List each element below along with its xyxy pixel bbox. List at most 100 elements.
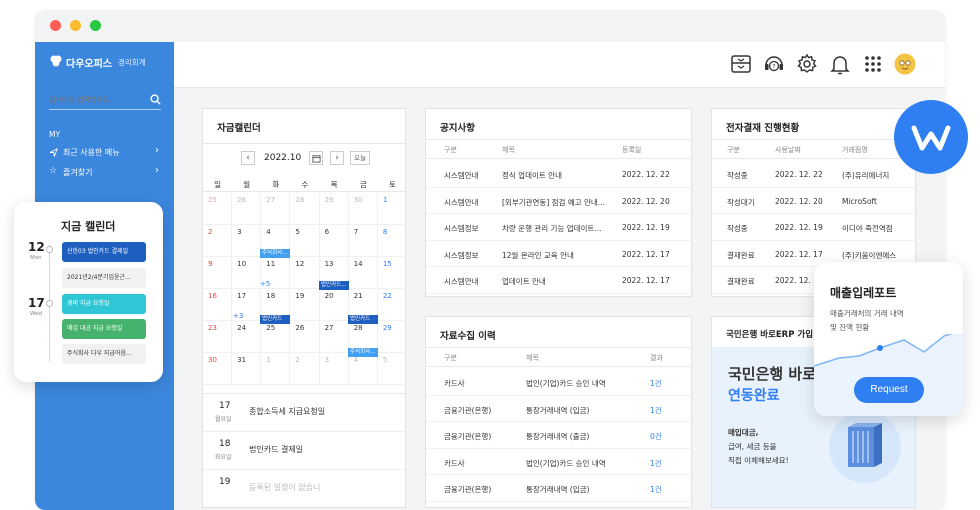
table-row[interactable]: 금융기관(은행) 통장거래내역 (출금) 0건 [426, 422, 691, 449]
calendar-day-number: 11 [266, 260, 276, 268]
event-chip[interactable]: 주식회사... [260, 249, 290, 258]
calendar-day-cell[interactable]: 29 [377, 321, 407, 353]
calendar-day-cell[interactable]: 8 [377, 225, 407, 257]
calendar-day-cell[interactable]: 5 [377, 353, 407, 385]
calendar-day-cell[interactable]: 25 [261, 321, 291, 353]
calendar-day-cell[interactable]: 22 [377, 289, 407, 321]
calendar-day-cell[interactable]: 25 [203, 193, 233, 225]
maximize-window-button[interactable] [90, 20, 101, 31]
sidebar-item-recent[interactable]: 최근 사용한 메뉴 › [49, 145, 163, 160]
table-row[interactable]: 시스템안내 업데이트 안내 2022. 12. 17 [426, 267, 691, 294]
app-grid-icon[interactable] [862, 53, 884, 75]
calendar-day-cell[interactable]: 2 [203, 225, 233, 257]
request-button[interactable]: Request [854, 377, 924, 403]
calendar-day-cell[interactable]: 15 [377, 257, 407, 289]
calendar-day-cell[interactable]: 23 [203, 321, 233, 353]
minimize-window-button[interactable] [70, 20, 81, 31]
calendar-day-cell[interactable]: 3 [319, 353, 349, 385]
notification-bell-icon[interactable] [829, 53, 851, 75]
event-chip[interactable]: 법인카드... [319, 281, 349, 290]
calendar-day-cell[interactable]: 6 [319, 225, 349, 257]
calendar-day-cell[interactable]: 10 [232, 257, 262, 289]
date-picker-button[interactable] [309, 151, 323, 165]
calendar-day-number: 21 [353, 292, 363, 300]
agenda-text: 법인카드 결제일 [249, 445, 304, 454]
table-row[interactable]: 시스템정보 12월 온라인 교육 안내 2022. 12. 17 [426, 241, 691, 267]
calendar-day-cell[interactable]: 27 [319, 321, 349, 353]
calendar-day-cell[interactable]: 5 [290, 225, 320, 257]
calendar-day-cell[interactable]: 27 [261, 193, 291, 225]
calendar-day-cell[interactable]: 16 [203, 289, 233, 321]
sidebar-search[interactable] [49, 92, 161, 110]
bank-headline: 국민은행 바로 [728, 365, 817, 383]
agenda-item[interactable]: 17 월요일 종합소득세 지급요청일 [203, 394, 407, 432]
table-cell: MicroSoft [842, 196, 877, 206]
calendar-day-cell[interactable]: 29 [319, 193, 349, 225]
event-chip[interactable]: 주식회사... [348, 348, 378, 357]
prev-month-button[interactable]: ‹ [241, 151, 255, 165]
calendar-day-cell[interactable]: 20 [319, 289, 349, 321]
table-row[interactable]: 시스템정보 차량 운행 관리 기능 업데이트... 2022. 12. 19 [426, 214, 691, 241]
calendar-day-cell[interactable]: 28 [290, 193, 320, 225]
weekday-header: 목 [330, 180, 338, 189]
bank-desc: 급여, 세금 등을 [728, 442, 777, 451]
table-cell: 12월 온라인 교육 안내 [502, 250, 574, 260]
table-row[interactable]: 시스템안내 [외부기관연동] 점검 예고 안내... 2022. 12. 20 [426, 188, 691, 214]
calendar-day-cell[interactable]: 19 [290, 289, 320, 321]
search-icon[interactable] [150, 94, 161, 105]
popup-event[interactable]: 매입 대금 지급 요청일 [62, 319, 146, 339]
table-row[interactable]: 작성중 2022. 12. 22 (주)유리에너지 [712, 161, 915, 188]
table-row[interactable]: 카드사 법인(기업)카드 승인 내역 1건 [426, 449, 691, 475]
agenda-item[interactable]: 18 화요일 법인카드 결제일 [203, 432, 407, 470]
popup-event[interactable]: 주식회사 다우 지급어음... [62, 344, 146, 364]
table-row[interactable]: 카드사 법인(기업)카드 승인 내역 1건 [426, 369, 691, 396]
popup-event[interactable]: 2021년2/4분기임윤근... [62, 268, 146, 288]
table-row[interactable]: 시스템안내 정식 업데이트 안내 2022. 12. 22 [426, 161, 691, 188]
next-month-button[interactable]: › [330, 151, 344, 165]
calendar-day-cell[interactable]: 1 [377, 193, 407, 225]
calendar-day-cell[interactable]: 9 [203, 257, 233, 289]
table-cell: 2022. 12. 19 [775, 223, 823, 232]
user-avatar[interactable] [894, 53, 916, 75]
event-chip[interactable]: 법인카드 [348, 315, 378, 324]
calendar-day-cell[interactable]: 3 [232, 225, 262, 257]
calendar-day-cell[interactable]: 12 [290, 257, 320, 289]
close-window-button[interactable] [50, 20, 61, 31]
calendar-day-cell[interactable]: 4 [348, 353, 378, 385]
calendar-day-cell[interactable]: 30 [348, 193, 378, 225]
calendar-day-cell[interactable]: 7 [348, 225, 378, 257]
table-cell: 금융기관(은행) [444, 405, 492, 415]
today-button[interactable]: 오늘 [350, 151, 370, 165]
event-chip[interactable]: 법인카드 [260, 315, 290, 324]
weekday-header: 토 [388, 180, 396, 189]
timeline-dot [46, 300, 53, 307]
table-row[interactable]: 작성대기 2022. 12. 20 MicroSoft [712, 188, 915, 214]
table-cell: 시스템정보 [444, 224, 479, 233]
calendar-day-cell[interactable]: 1 [261, 353, 291, 385]
calendar-day-cell[interactable]: 14 [348, 257, 378, 289]
table-row[interactable]: 작성중 2022. 12. 19 이디야 죽전역점 [712, 214, 915, 241]
calendar-day-cell[interactable]: 31 [232, 353, 262, 385]
calendar-day-number: 2 [295, 356, 300, 364]
calendar-day-number: 28 [295, 196, 305, 204]
calendar-day-number: 12 [295, 260, 305, 268]
more-events-link[interactable]: +3 [233, 312, 243, 320]
sidebar-item-favorites[interactable]: ☆ 즐겨찾기 › [49, 165, 163, 180]
more-events-link[interactable]: +5 [260, 280, 270, 288]
calendar-day-cell[interactable]: 2 [290, 353, 320, 385]
table-row[interactable]: 금융기관(은행) 통장거래내역 (입금) 1건 [426, 475, 691, 502]
calendar-day-cell[interactable]: 26 [232, 193, 262, 225]
calendar-day-cell[interactable]: 24 [232, 321, 262, 353]
calendar-day-cell[interactable]: 26 [290, 321, 320, 353]
search-input[interactable] [49, 93, 145, 107]
inbox-icon[interactable] [730, 53, 752, 75]
popup-event[interactable]: 신한03 법인카드 결제일 [62, 242, 146, 262]
chevron-right-icon: › [155, 145, 159, 156]
table-row[interactable]: 금융기관(은행) 통장거래내역 (입금) 1건 [426, 396, 691, 422]
settings-gear-icon[interactable] [796, 53, 818, 75]
table-cell: 결재완료 [727, 277, 755, 286]
calendar-day-cell[interactable]: 30 [203, 353, 233, 385]
support-headset-icon[interactable]: ? [763, 53, 785, 75]
table-cell: 2022. 12. 17 [622, 249, 670, 259]
popup-event[interactable]: 경비 지급 요청일 [62, 294, 146, 314]
